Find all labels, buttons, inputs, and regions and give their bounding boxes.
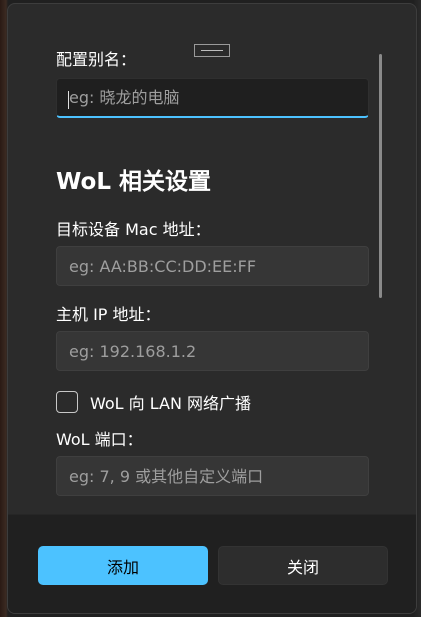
mac-label: 目标设备 Mac 地址： bbox=[56, 220, 211, 239]
host-ip-label: 主机 IP 地址： bbox=[56, 305, 161, 324]
broadcast-checkbox[interactable] bbox=[56, 391, 78, 413]
close-button[interactable]: 关闭 bbox=[218, 546, 388, 585]
text-caret bbox=[68, 91, 69, 109]
wol-section-title: WoL 相关设置 bbox=[56, 169, 212, 195]
port-input[interactable] bbox=[56, 456, 369, 496]
broadcast-checkbox-row[interactable]: WoL 向 LAN 网络广播 bbox=[56, 390, 251, 414]
alias-input[interactable] bbox=[56, 78, 369, 118]
add-config-dialog: 配置别名： WoL 相关设置 目标设备 Mac 地址： 主机 IP 地址： Wo… bbox=[7, 3, 417, 614]
add-button[interactable]: 添加 bbox=[38, 546, 208, 585]
scrollbar[interactable] bbox=[379, 54, 382, 298]
dialog-footer: 添加 关闭 bbox=[8, 514, 416, 613]
dialog-content[interactable]: 配置别名： WoL 相关设置 目标设备 Mac 地址： 主机 IP 地址： Wo… bbox=[8, 4, 416, 514]
broadcast-label: WoL 向 LAN 网络广播 bbox=[90, 394, 252, 413]
port-label: WoL 端口： bbox=[56, 430, 143, 449]
mac-address-input[interactable] bbox=[56, 246, 369, 286]
host-ip-input[interactable] bbox=[56, 331, 369, 371]
alias-label: 配置别名： bbox=[56, 50, 137, 69]
